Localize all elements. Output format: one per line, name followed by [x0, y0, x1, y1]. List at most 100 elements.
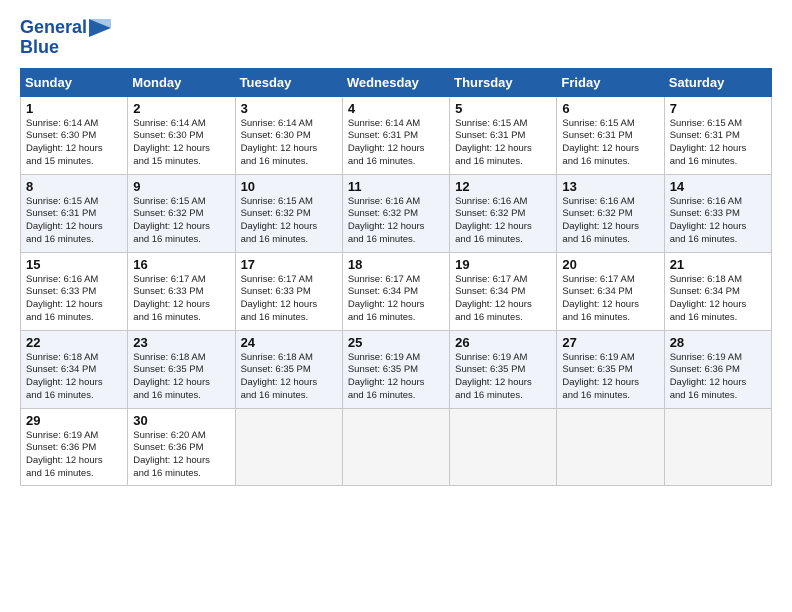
- calendar-cell: 8 Sunrise: 6:15 AMSunset: 6:31 PMDayligh…: [21, 174, 128, 252]
- day-number: 28: [670, 335, 766, 350]
- day-info: Sunrise: 6:14 AMSunset: 6:30 PMDaylight:…: [26, 118, 103, 167]
- day-number: 21: [670, 257, 766, 272]
- day-info: Sunrise: 6:14 AMSunset: 6:30 PMDaylight:…: [241, 118, 318, 167]
- calendar-cell: 7 Sunrise: 6:15 AMSunset: 6:31 PMDayligh…: [664, 96, 771, 174]
- day-number: 16: [133, 257, 229, 272]
- day-number: 24: [241, 335, 337, 350]
- calendar-cell: 30 Sunrise: 6:20 AMSunset: 6:36 PMDaylig…: [128, 408, 235, 485]
- day-info: Sunrise: 6:15 AMSunset: 6:31 PMDaylight:…: [562, 118, 639, 167]
- day-number: 30: [133, 413, 229, 428]
- day-info: Sunrise: 6:16 AMSunset: 6:32 PMDaylight:…: [348, 196, 425, 245]
- day-number: 14: [670, 179, 766, 194]
- logo-general: General: [20, 18, 87, 38]
- day-info: Sunrise: 6:16 AMSunset: 6:33 PMDaylight:…: [670, 196, 747, 245]
- calendar-cell: 27 Sunrise: 6:19 AMSunset: 6:35 PMDaylig…: [557, 330, 664, 408]
- weekday-header-friday: Friday: [557, 68, 664, 96]
- weekday-header-row: SundayMondayTuesdayWednesdayThursdayFrid…: [21, 68, 772, 96]
- calendar-cell: 2 Sunrise: 6:14 AMSunset: 6:30 PMDayligh…: [128, 96, 235, 174]
- day-number: 22: [26, 335, 122, 350]
- day-number: 27: [562, 335, 658, 350]
- calendar-cell: 15 Sunrise: 6:16 AMSunset: 6:33 PMDaylig…: [21, 252, 128, 330]
- logo-blue: Blue: [20, 38, 59, 58]
- weekday-header-monday: Monday: [128, 68, 235, 96]
- calendar-cell: [235, 408, 342, 485]
- calendar-cell: 4 Sunrise: 6:14 AMSunset: 6:31 PMDayligh…: [342, 96, 449, 174]
- day-info: Sunrise: 6:14 AMSunset: 6:30 PMDaylight:…: [133, 118, 210, 167]
- day-info: Sunrise: 6:20 AMSunset: 6:36 PMDaylight:…: [133, 430, 210, 479]
- calendar-cell: 23 Sunrise: 6:18 AMSunset: 6:35 PMDaylig…: [128, 330, 235, 408]
- logo: General Blue: [20, 18, 111, 58]
- calendar-cell: 25 Sunrise: 6:19 AMSunset: 6:35 PMDaylig…: [342, 330, 449, 408]
- day-info: Sunrise: 6:17 AMSunset: 6:34 PMDaylight:…: [455, 274, 532, 323]
- calendar-cell: 10 Sunrise: 6:15 AMSunset: 6:32 PMDaylig…: [235, 174, 342, 252]
- weekday-header-sunday: Sunday: [21, 68, 128, 96]
- calendar-week-row: 22 Sunrise: 6:18 AMSunset: 6:34 PMDaylig…: [21, 330, 772, 408]
- calendar-cell: 28 Sunrise: 6:19 AMSunset: 6:36 PMDaylig…: [664, 330, 771, 408]
- day-info: Sunrise: 6:17 AMSunset: 6:33 PMDaylight:…: [133, 274, 210, 323]
- day-info: Sunrise: 6:15 AMSunset: 6:32 PMDaylight:…: [133, 196, 210, 245]
- day-info: Sunrise: 6:19 AMSunset: 6:35 PMDaylight:…: [455, 352, 532, 401]
- day-number: 25: [348, 335, 444, 350]
- day-info: Sunrise: 6:15 AMSunset: 6:31 PMDaylight:…: [26, 196, 103, 245]
- calendar-cell: 6 Sunrise: 6:15 AMSunset: 6:31 PMDayligh…: [557, 96, 664, 174]
- day-number: 26: [455, 335, 551, 350]
- page: General Blue SundayMondayTuesdayWednesda…: [0, 0, 792, 612]
- day-number: 15: [26, 257, 122, 272]
- calendar-cell: 22 Sunrise: 6:18 AMSunset: 6:34 PMDaylig…: [21, 330, 128, 408]
- day-info: Sunrise: 6:15 AMSunset: 6:31 PMDaylight:…: [670, 118, 747, 167]
- day-info: Sunrise: 6:15 AMSunset: 6:32 PMDaylight:…: [241, 196, 318, 245]
- day-number: 2: [133, 101, 229, 116]
- calendar-week-row: 15 Sunrise: 6:16 AMSunset: 6:33 PMDaylig…: [21, 252, 772, 330]
- calendar-cell: 3 Sunrise: 6:14 AMSunset: 6:30 PMDayligh…: [235, 96, 342, 174]
- day-number: 8: [26, 179, 122, 194]
- calendar-cell: 12 Sunrise: 6:16 AMSunset: 6:32 PMDaylig…: [450, 174, 557, 252]
- day-info: Sunrise: 6:19 AMSunset: 6:35 PMDaylight:…: [348, 352, 425, 401]
- day-info: Sunrise: 6:16 AMSunset: 6:32 PMDaylight:…: [455, 196, 532, 245]
- calendar-week-row: 29 Sunrise: 6:19 AMSunset: 6:36 PMDaylig…: [21, 408, 772, 485]
- calendar-cell: [664, 408, 771, 485]
- calendar-cell: 21 Sunrise: 6:18 AMSunset: 6:34 PMDaylig…: [664, 252, 771, 330]
- day-number: 4: [348, 101, 444, 116]
- calendar-week-row: 1 Sunrise: 6:14 AMSunset: 6:30 PMDayligh…: [21, 96, 772, 174]
- calendar-cell: [557, 408, 664, 485]
- calendar-cell: 16 Sunrise: 6:17 AMSunset: 6:33 PMDaylig…: [128, 252, 235, 330]
- calendar-cell: 18 Sunrise: 6:17 AMSunset: 6:34 PMDaylig…: [342, 252, 449, 330]
- day-number: 11: [348, 179, 444, 194]
- day-number: 17: [241, 257, 337, 272]
- day-number: 19: [455, 257, 551, 272]
- weekday-header-saturday: Saturday: [664, 68, 771, 96]
- day-info: Sunrise: 6:17 AMSunset: 6:34 PMDaylight:…: [348, 274, 425, 323]
- day-number: 23: [133, 335, 229, 350]
- calendar-cell: 1 Sunrise: 6:14 AMSunset: 6:30 PMDayligh…: [21, 96, 128, 174]
- weekday-header-tuesday: Tuesday: [235, 68, 342, 96]
- day-number: 12: [455, 179, 551, 194]
- day-number: 20: [562, 257, 658, 272]
- calendar-cell: 17 Sunrise: 6:17 AMSunset: 6:33 PMDaylig…: [235, 252, 342, 330]
- calendar-cell: 5 Sunrise: 6:15 AMSunset: 6:31 PMDayligh…: [450, 96, 557, 174]
- day-number: 13: [562, 179, 658, 194]
- calendar-cell: 20 Sunrise: 6:17 AMSunset: 6:34 PMDaylig…: [557, 252, 664, 330]
- header: General Blue: [20, 18, 772, 58]
- day-number: 29: [26, 413, 122, 428]
- day-number: 18: [348, 257, 444, 272]
- weekday-header-thursday: Thursday: [450, 68, 557, 96]
- calendar-cell: 29 Sunrise: 6:19 AMSunset: 6:36 PMDaylig…: [21, 408, 128, 485]
- weekday-header-wednesday: Wednesday: [342, 68, 449, 96]
- day-number: 7: [670, 101, 766, 116]
- day-info: Sunrise: 6:19 AMSunset: 6:35 PMDaylight:…: [562, 352, 639, 401]
- day-info: Sunrise: 6:19 AMSunset: 6:36 PMDaylight:…: [670, 352, 747, 401]
- day-info: Sunrise: 6:15 AMSunset: 6:31 PMDaylight:…: [455, 118, 532, 167]
- day-info: Sunrise: 6:18 AMSunset: 6:34 PMDaylight:…: [670, 274, 747, 323]
- day-info: Sunrise: 6:18 AMSunset: 6:35 PMDaylight:…: [133, 352, 210, 401]
- day-number: 10: [241, 179, 337, 194]
- logo-triangle-icon: [89, 19, 111, 37]
- day-info: Sunrise: 6:14 AMSunset: 6:31 PMDaylight:…: [348, 118, 425, 167]
- calendar-cell: 13 Sunrise: 6:16 AMSunset: 6:32 PMDaylig…: [557, 174, 664, 252]
- calendar-cell: 9 Sunrise: 6:15 AMSunset: 6:32 PMDayligh…: [128, 174, 235, 252]
- day-info: Sunrise: 6:17 AMSunset: 6:34 PMDaylight:…: [562, 274, 639, 323]
- calendar-cell: [342, 408, 449, 485]
- day-info: Sunrise: 6:19 AMSunset: 6:36 PMDaylight:…: [26, 430, 103, 479]
- day-number: 1: [26, 101, 122, 116]
- calendar-cell: 14 Sunrise: 6:16 AMSunset: 6:33 PMDaylig…: [664, 174, 771, 252]
- day-info: Sunrise: 6:17 AMSunset: 6:33 PMDaylight:…: [241, 274, 318, 323]
